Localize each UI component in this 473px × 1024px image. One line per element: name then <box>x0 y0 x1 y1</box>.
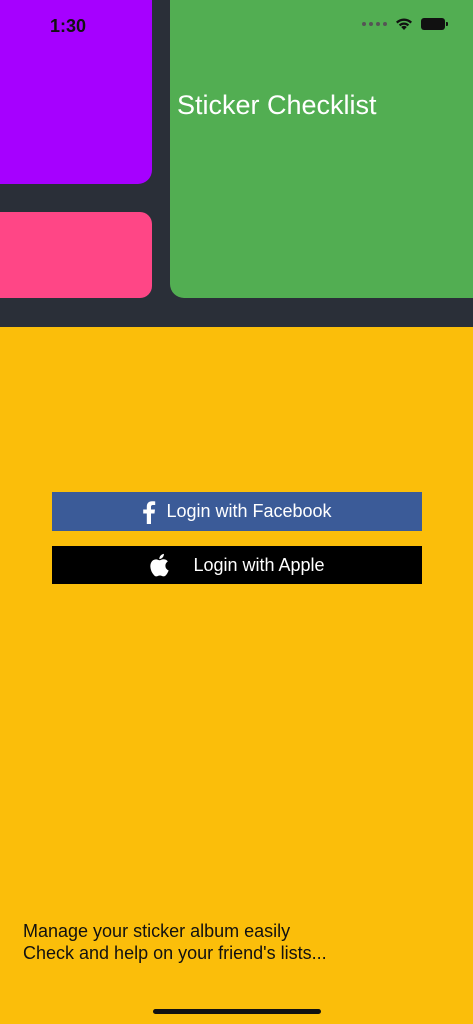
battery-icon <box>421 18 448 30</box>
pink-tile <box>0 212 152 298</box>
tagline-line-1: Manage your sticker album easily <box>23 921 291 941</box>
facebook-icon <box>142 500 156 524</box>
login-screen: Sticker Checklist 1:30 Login with Facebo… <box>0 0 473 1024</box>
login-facebook-label: Login with Facebook <box>166 501 332 521</box>
signal-icon <box>362 22 387 26</box>
green-tile <box>170 0 473 298</box>
header-graphic: Sticker Checklist <box>0 0 473 327</box>
wifi-icon <box>396 18 412 30</box>
apple-icon <box>149 553 170 577</box>
status-time: 1:30 <box>50 16 87 36</box>
login-apple-label: Login with Apple <box>193 554 325 575</box>
login-facebook-button[interactable]: Login with Facebook <box>52 492 422 531</box>
login-apple-button[interactable]: Login with Apple <box>52 546 422 584</box>
tagline-line-2: Check and help on your friend's lists... <box>23 943 327 963</box>
app-title: Sticker Checklist <box>177 90 377 120</box>
tagline: Manage your sticker album easily Check a… <box>23 920 327 964</box>
home-indicator[interactable] <box>153 1009 321 1014</box>
status-icons <box>362 17 448 31</box>
